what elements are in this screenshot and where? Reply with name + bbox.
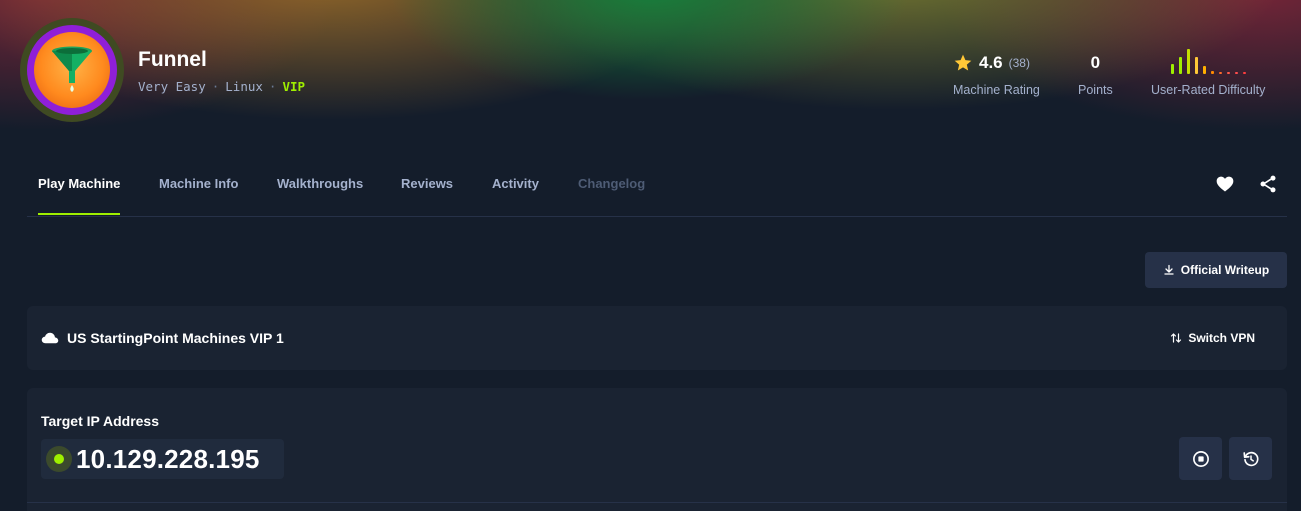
target-ip-label: Target IP Address [41, 413, 160, 429]
machine-page: Funnel Very Easy · Linux · VIP 4.6 (38) … [0, 0, 1301, 511]
difficulty-bar [1226, 72, 1230, 74]
difficulty-bar [1194, 57, 1198, 74]
rating-count: (38) [1008, 56, 1030, 70]
difficulty-label: User-Rated Difficulty [1151, 83, 1266, 97]
vpn-server-name: US StartingPoint Machines VIP 1 [67, 330, 284, 346]
rating-value: 4.6 [979, 53, 1003, 72]
machine-name: Funnel [138, 48, 207, 71]
meta-separator: · [268, 79, 277, 94]
cloud-icon [41, 332, 59, 344]
difficulty-chart [1151, 46, 1265, 74]
star-icon [954, 54, 972, 71]
swap-vertical-icon [1171, 333, 1182, 343]
machine-difficulty: Very Easy [138, 79, 206, 94]
rating-label: Machine Rating [953, 83, 1040, 97]
heart-icon[interactable] [1215, 174, 1235, 194]
tab-activity[interactable]: Activity [492, 160, 539, 215]
vpn-panel: US StartingPoint Machines VIP 1 Switch V… [27, 306, 1287, 370]
points-value: 0 [1090, 53, 1101, 72]
machine-points: 0 Points [1078, 52, 1113, 97]
difficulty-bar [1218, 72, 1222, 74]
meta-separator: · [211, 79, 220, 94]
divider [27, 502, 1287, 503]
machine-os: Linux [225, 79, 263, 94]
difficulty-bar [1186, 49, 1190, 74]
funnel-icon [52, 46, 92, 92]
tab-play-machine[interactable]: Play Machine [38, 160, 121, 215]
difficulty-bar [1234, 72, 1238, 74]
points-label: Points [1078, 83, 1113, 97]
stop-machine-button[interactable] [1179, 437, 1222, 480]
machine-avatar [20, 18, 124, 122]
difficulty-bar [1210, 71, 1214, 74]
switch-vpn-label: Switch VPN [1188, 331, 1255, 345]
difficulty-bar [1170, 64, 1174, 74]
target-ip-value[interactable]: 10.129.228.195 [76, 444, 260, 475]
status-indicator [46, 446, 72, 472]
official-writeup-button[interactable]: Official Writeup [1145, 252, 1287, 288]
user-rated-difficulty[interactable]: User-Rated Difficulty [1151, 49, 1266, 97]
reset-machine-button[interactable] [1229, 437, 1272, 480]
download-icon [1164, 264, 1174, 275]
target-ip-box[interactable]: 10.129.228.195 [41, 439, 284, 479]
tab-reviews[interactable]: Reviews [401, 160, 453, 215]
tab-walkthroughs[interactable]: Walkthroughs [277, 160, 363, 215]
machine-rating[interactable]: 4.6 (38) Machine Rating [953, 52, 1040, 97]
difficulty-bar [1178, 57, 1182, 74]
target-panel: Target IP Address 10.129.228.195 [27, 388, 1287, 511]
difficulty-bar [1202, 66, 1206, 74]
official-writeup-label: Official Writeup [1180, 263, 1270, 277]
tab-changelog: Changelog [578, 176, 646, 191]
difficulty-bar [1242, 72, 1246, 74]
reset-icon [1242, 451, 1258, 466]
share-icon[interactable] [1258, 174, 1278, 194]
machine-tier-badge: VIP [282, 79, 306, 94]
machine-tabs: Play Machine Machine Info Walkthroughs R… [27, 160, 1287, 217]
machine-meta: Very Easy · Linux · VIP [138, 79, 305, 94]
online-dot-icon [54, 454, 64, 464]
stop-icon [1192, 450, 1209, 467]
tab-machine-info[interactable]: Machine Info [159, 160, 238, 215]
switch-vpn-button[interactable]: Switch VPN [1170, 306, 1255, 370]
